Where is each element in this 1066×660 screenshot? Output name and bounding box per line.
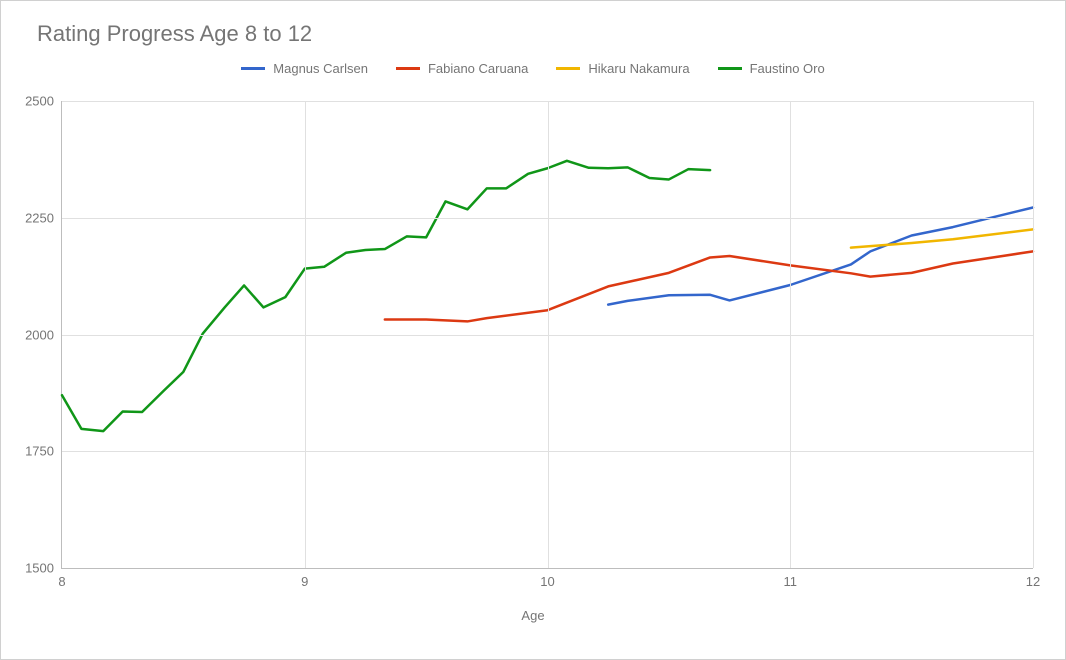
legend-label: Faustino Oro [750,61,825,76]
legend-swatch [396,67,420,70]
chart-title: Rating Progress Age 8 to 12 [37,21,312,47]
legend-label: Hikaru Nakamura [588,61,689,76]
series-line [385,251,1033,321]
legend-item[interactable]: Faustino Oro [718,61,825,76]
chart-frame: Rating Progress Age 8 to 12 Magnus Carls… [0,0,1066,660]
legend-item[interactable]: Magnus Carlsen [241,61,368,76]
y-tick-label: 2500 [4,94,54,109]
y-tick-label: 1750 [4,444,54,459]
series-line [62,161,710,431]
x-tick-label: 12 [1026,574,1040,589]
legend-label: Fabiano Caruana [428,61,528,76]
x-axis-title: Age [1,608,1065,623]
series-line [608,207,1033,304]
y-tick-label: 2000 [4,327,54,342]
gridline-vertical [790,101,791,568]
series-line [851,229,1033,247]
legend-item[interactable]: Fabiano Caruana [396,61,528,76]
legend-item[interactable]: Hikaru Nakamura [556,61,689,76]
legend-swatch [718,67,742,70]
x-tick-label: 9 [301,574,308,589]
legend-label: Magnus Carlsen [273,61,368,76]
y-tick-label: 2250 [4,210,54,225]
gridline-vertical [1033,101,1034,568]
x-tick-label: 8 [58,574,65,589]
plot-area: 15001750200022502500 89101112 [61,101,1033,569]
x-tick-label: 10 [540,574,554,589]
gridline-vertical [305,101,306,568]
legend-swatch [241,67,265,70]
legend-swatch [556,67,580,70]
legend: Magnus Carlsen Fabiano Caruana Hikaru Naka… [1,61,1065,76]
x-tick-label: 11 [784,574,798,589]
y-tick-label: 1500 [4,561,54,576]
gridline-vertical [548,101,549,568]
